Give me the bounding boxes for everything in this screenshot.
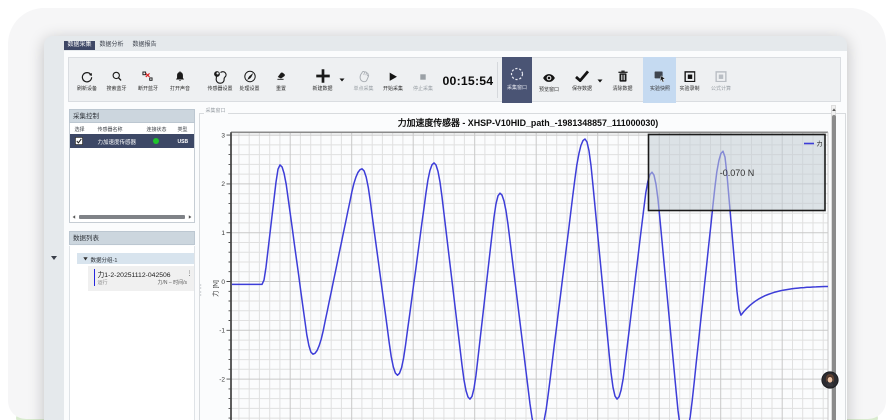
svg-text:力: 力 [817,140,823,148]
svg-text:1: 1 [221,230,225,237]
svg-text:3: 3 [221,132,225,139]
svg-text:-1: -1 [219,328,225,335]
svg-text:力 [N]: 力 [N] [211,280,220,297]
svg-text:力加速度传感器 - XHSP-V10HID_path_-19: 力加速度传感器 - XHSP-V10HID_path_-1981348857_1… [398,117,659,128]
svg-text:-2: -2 [219,376,225,383]
svg-text:2: 2 [221,181,225,188]
svg-text:0: 0 [221,279,225,286]
svg-text:-0.070 N: -0.070 N [720,168,755,178]
